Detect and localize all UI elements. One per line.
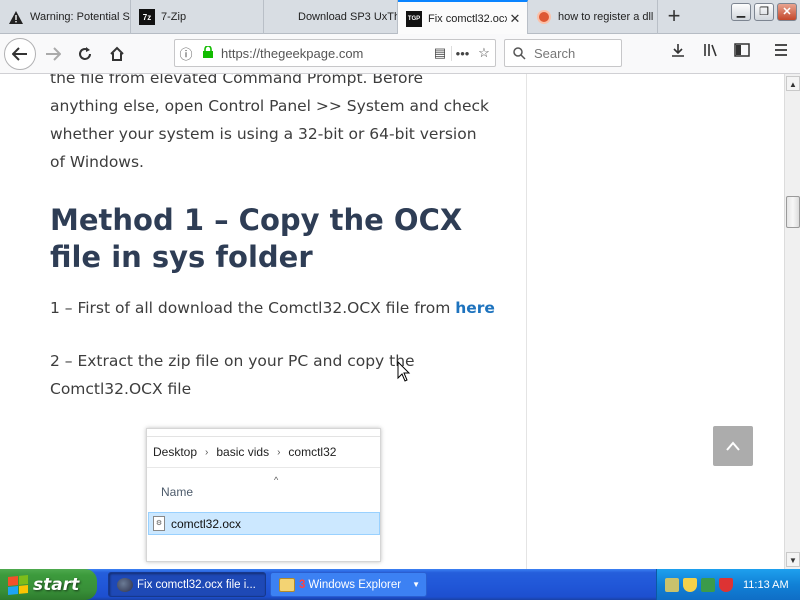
reload-button[interactable] (70, 39, 100, 69)
task-label: Windows Explorer (308, 578, 402, 591)
tab-strip: Warning: Potential Security Risk Ahead 7… (0, 0, 800, 35)
alert-shield-icon[interactable] (719, 577, 733, 592)
home-icon (110, 46, 124, 61)
tab-security-warning[interactable]: Warning: Potential Security Risk Ahead (0, 0, 131, 34)
right-sidebar (528, 74, 784, 569)
navigation-toolbar: ⓘ https://thegeekpage.com ▤ ••• ☆ Search (0, 34, 800, 74)
breadcrumb-item: basic vids (216, 445, 270, 459)
chevron-down-icon: ▼ (412, 580, 420, 589)
search-placeholder: Search (534, 45, 576, 61)
firefox-icon (117, 577, 133, 592)
chevron-up-icon (726, 441, 740, 451)
scroll-to-top-button[interactable] (713, 426, 753, 466)
tab-label: Fix comctl32.ocx (428, 12, 507, 25)
step2-paragraph: 2 – Extract the zip file on your PC and … (50, 352, 415, 398)
reload-icon (79, 47, 91, 60)
window-count: 3 (299, 578, 306, 591)
explorer-screenshot: Desktop › basic vids › comctl32 ^ Name ⚙… (146, 428, 381, 562)
reader-view-icon[interactable]: ▤ (429, 45, 451, 61)
step1-text: 1 – First of all download the Comctl32.O… (50, 299, 456, 317)
forward-button[interactable] (38, 39, 68, 69)
forward-arrow-icon (46, 47, 61, 61)
file-icon: ⚙ (153, 516, 165, 531)
breadcrumb: Desktop › basic vids › comctl32 (153, 443, 336, 461)
close-window-button[interactable]: ✕ (777, 3, 797, 21)
tab-7zip[interactable]: 7z 7-Zip (131, 0, 264, 34)
downloads-icon[interactable] (667, 43, 689, 65)
tgp-icon: TGP (406, 10, 422, 27)
file-name: comctl32.ocx (171, 516, 242, 531)
column-header-name: Name (161, 485, 194, 499)
scrollbar-thumb[interactable] (786, 196, 800, 228)
task-label: Fix comctl32.ocx file i... (137, 578, 256, 591)
bookmark-star-icon[interactable]: ☆ (473, 45, 495, 61)
7zip-icon: 7z (139, 9, 155, 25)
tab-register-dll[interactable]: how to register a dll (528, 0, 658, 34)
explorer-topbar (147, 429, 380, 437)
back-button[interactable] (4, 38, 36, 70)
warning-icon (8, 9, 24, 25)
library-icon[interactable] (700, 43, 722, 65)
chevron-right-icon: › (277, 446, 281, 458)
page-scrollbar[interactable]: ▲ ▼ (784, 74, 800, 569)
breadcrumb-item: Desktop (153, 445, 198, 459)
chevron-right-icon: › (205, 446, 209, 458)
start-label: start (33, 574, 80, 595)
search-input[interactable]: Search (504, 39, 622, 67)
minimize-button[interactable]: ▁ (731, 3, 751, 21)
tab-fix-comctl32[interactable]: TGP Fix comctl32.ocx ✕ (398, 0, 528, 35)
tab-label: Download SP3 UxTheme (298, 11, 397, 23)
home-button[interactable] (102, 39, 132, 69)
article-column: the file from elevated Command Prompt. B… (0, 74, 527, 569)
system-tray: 11:13 AM (656, 569, 800, 600)
start-button[interactable]: start (0, 569, 97, 600)
method-heading: Method 1 – Copy the OCX file in sys fold… (50, 203, 463, 274)
windows-logo-icon (8, 574, 28, 595)
close-icon[interactable]: ✕ (507, 11, 523, 27)
scroll-down-arrow-icon[interactable]: ▼ (786, 552, 800, 567)
info-icon[interactable]: ⓘ (175, 44, 197, 63)
tab-label: Warning: Potential Security Risk Ahead (30, 11, 130, 23)
url-text[interactable]: https://thegeekpage.com (219, 46, 429, 61)
search-icon (513, 46, 526, 60)
intro-paragraph: the file from elevated Command Prompt. B… (50, 74, 490, 171)
tab-label: 7-Zip (161, 11, 187, 23)
url-bar[interactable]: ⓘ https://thegeekpage.com ▤ ••• ☆ (174, 39, 496, 67)
file-row: ⚙ comctl32.ocx (148, 512, 380, 535)
sidebar-icon[interactable] (731, 43, 753, 65)
menu-icon[interactable] (770, 43, 792, 65)
restore-button[interactable]: ❐ (754, 3, 774, 21)
security-shield-icon[interactable] (683, 577, 697, 592)
sort-caret-icon: ^ (274, 475, 279, 485)
network-icon[interactable] (665, 577, 679, 592)
lock-icon[interactable] (197, 44, 219, 61)
folder-icon (279, 577, 295, 592)
tab-label: how to register a dll (558, 11, 654, 23)
clock[interactable]: 11:13 AM (743, 579, 789, 591)
taskbar: start Fix comctl32.ocx file i... 3 Windo… (0, 569, 800, 600)
update-icon[interactable] (701, 577, 715, 592)
page-content: the file from elevated Command Prompt. B… (0, 74, 784, 569)
back-arrow-icon (12, 47, 27, 61)
download-here-link[interactable]: here (455, 299, 495, 317)
duckduckgo-icon (536, 9, 552, 25)
step1-paragraph: 1 – First of all download the Comctl32.O… (50, 294, 510, 322)
breadcrumb-item: comctl32 (288, 445, 337, 459)
scroll-up-arrow-icon[interactable]: ▲ (786, 76, 800, 91)
new-tab-button[interactable]: + (660, 5, 688, 29)
tab-download-sp3[interactable]: Download SP3 UxTheme (264, 0, 398, 34)
taskbar-item-explorer[interactable]: 3 Windows Explorer ▼ (270, 572, 427, 597)
taskbar-item-firefox[interactable]: Fix comctl32.ocx file i... (108, 572, 266, 597)
page-actions-icon[interactable]: ••• (451, 45, 473, 61)
divider (147, 467, 380, 468)
